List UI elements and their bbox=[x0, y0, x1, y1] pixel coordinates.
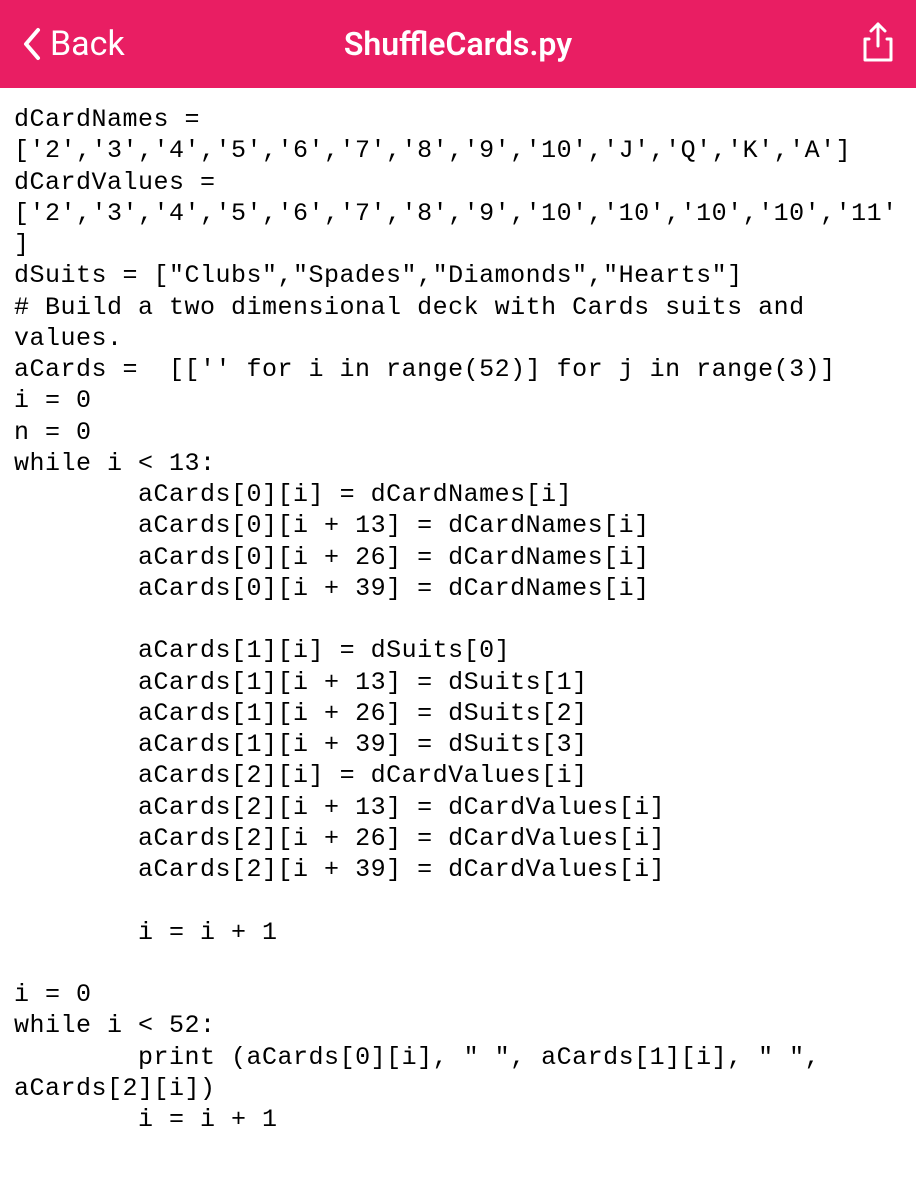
share-icon bbox=[860, 20, 896, 68]
page-title: ShuffleCards.py bbox=[344, 25, 572, 63]
chevron-left-icon bbox=[20, 26, 42, 62]
code-viewer[interactable]: dCardNames = ['2','3','4','5','6','7','8… bbox=[0, 88, 916, 1151]
header-bar: Back ShuffleCards.py bbox=[0, 0, 916, 88]
back-label: Back bbox=[50, 24, 125, 64]
back-button[interactable]: Back bbox=[20, 24, 125, 64]
share-button[interactable] bbox=[860, 20, 896, 68]
